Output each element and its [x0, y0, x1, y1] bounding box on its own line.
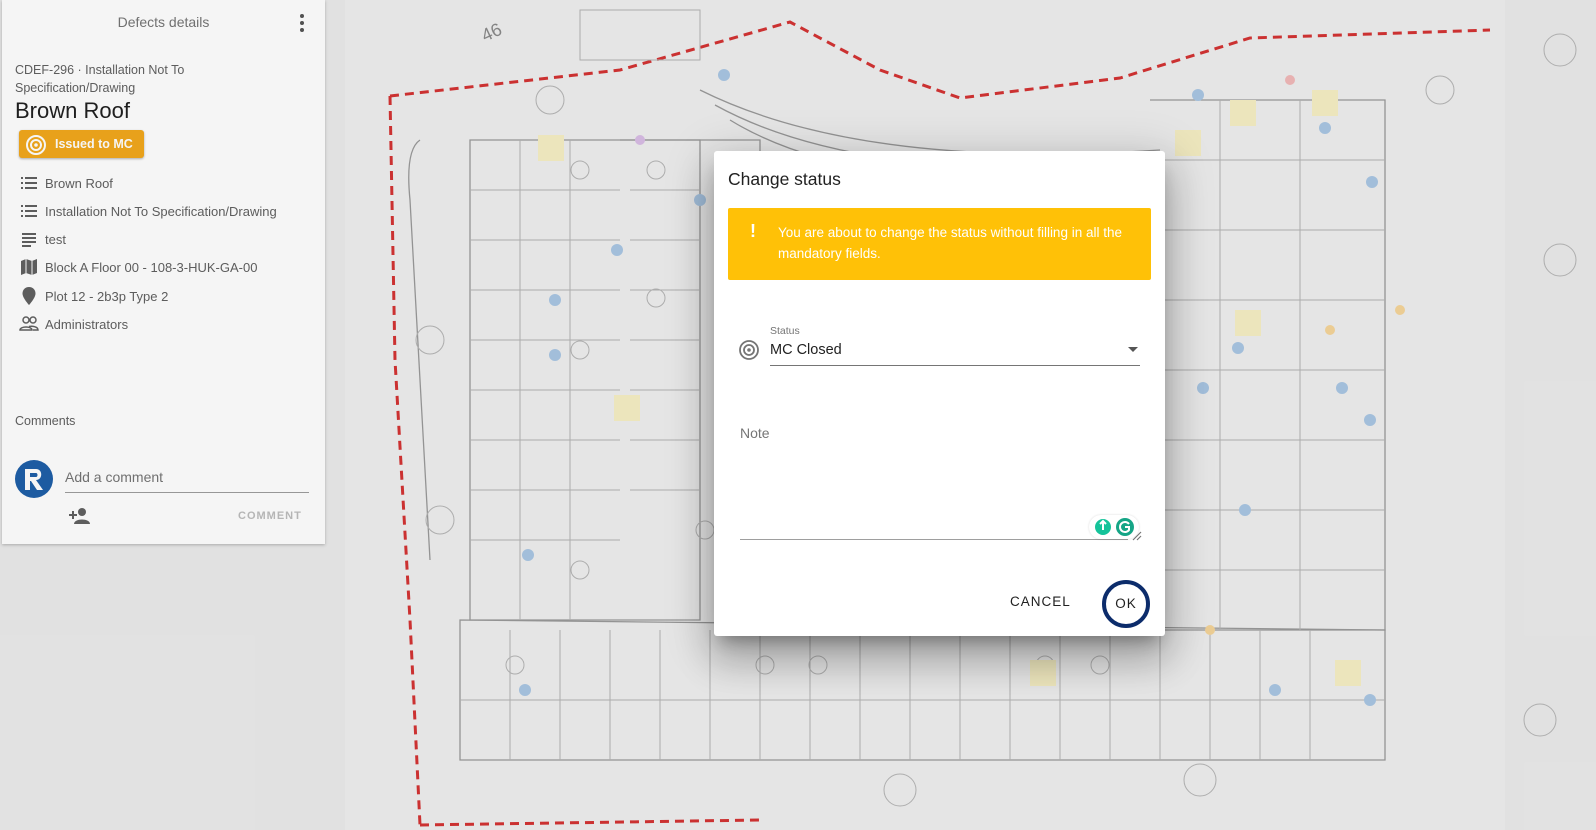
- status-value: MC Closed: [770, 342, 842, 358]
- cancel-button[interactable]: CANCEL: [1010, 594, 1071, 609]
- change-status-dialog: Change status ! You are about to change …: [714, 151, 1165, 636]
- warning-banner: ! You are about to change the status wit…: [728, 208, 1151, 280]
- warning-icon: !: [750, 221, 756, 241]
- ok-button[interactable]: OK: [1102, 580, 1150, 628]
- status-target-icon: [739, 340, 759, 360]
- note-textarea[interactable]: [740, 447, 1128, 540]
- warning-message: You are about to change the status witho…: [778, 225, 1122, 261]
- dialog-title: Change status: [728, 169, 841, 189]
- note-label: Note: [740, 425, 770, 441]
- chevron-down-icon[interactable]: [1128, 347, 1138, 352]
- status-underline: [770, 365, 1140, 366]
- status-label: Status: [770, 325, 800, 337]
- status-select[interactable]: Status MC Closed: [728, 323, 1151, 379]
- resize-handle-icon[interactable]: [1132, 531, 1142, 541]
